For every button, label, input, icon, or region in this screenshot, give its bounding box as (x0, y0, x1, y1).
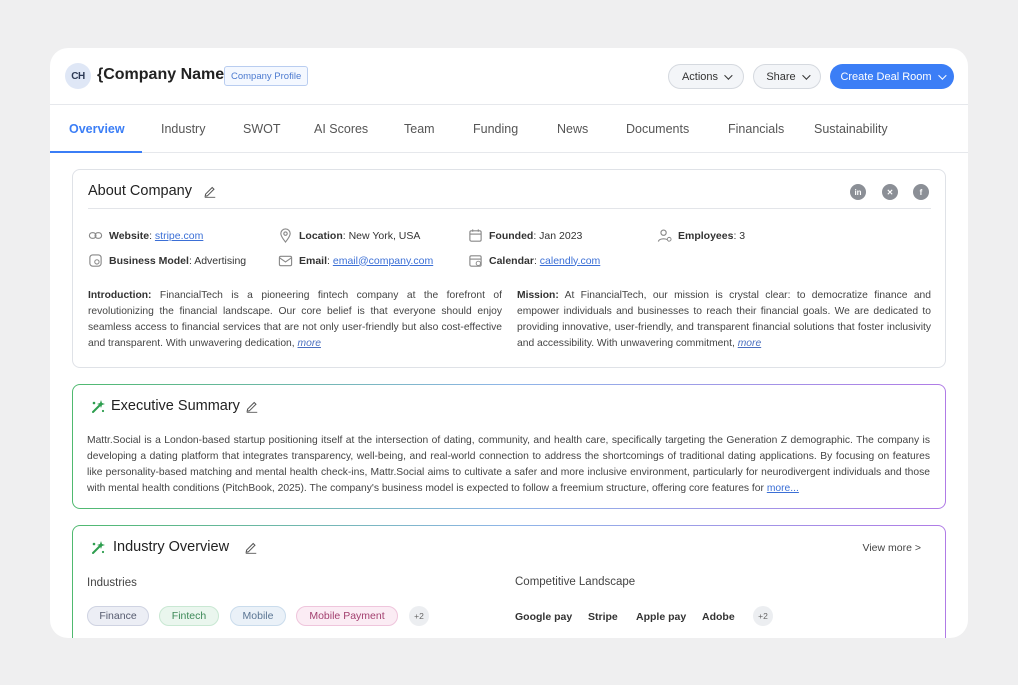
tab-financials[interactable]: Financials (728, 122, 784, 136)
executive-summary-more-link[interactable]: more... (767, 483, 799, 494)
website-info: Website: stripe.com (88, 228, 203, 243)
industries-more-count[interactable]: +2 (409, 606, 429, 626)
tab-swot[interactable]: SWOT (243, 122, 281, 136)
location-label: Location (299, 229, 343, 242)
calendar-link[interactable]: calendly.com (540, 255, 601, 267)
chevron-down-icon (724, 70, 733, 80)
executive-summary-title: Executive Summary (111, 398, 240, 414)
location-value: New York, USA (348, 229, 421, 242)
industry-overview-section: Industry Overview View more > Industries… (72, 525, 946, 638)
tab-ai-scores[interactable]: AI Scores (314, 122, 368, 136)
competitor-item[interactable]: Apple pay (636, 611, 686, 623)
introduction-label: Introduction: (88, 290, 152, 301)
profile-header: CH {Company Name} Company Profile Action… (50, 48, 968, 104)
location-pin-icon (280, 228, 291, 243)
edit-pencil-icon[interactable] (244, 540, 258, 554)
founded-value: Jan 2023 (539, 229, 583, 242)
tab-news[interactable]: News (557, 122, 588, 136)
chevron-down-icon (937, 70, 947, 80)
business-model-info: Business Model: Advertising (88, 253, 246, 268)
introduction-text: FinancialTech is a pioneering fintech co… (88, 290, 502, 349)
introduction-more-link[interactable]: more (298, 338, 321, 349)
about-company-section: About Company in ✕ f Website: stripe.com… (72, 169, 946, 368)
email-icon (278, 255, 293, 267)
executive-summary-section: Executive Summary Mattr.Social is a Lond… (72, 384, 946, 509)
employees-label: Employees (678, 229, 734, 242)
website-link[interactable]: stripe.com (155, 230, 203, 242)
industry-chip[interactable]: Finance (87, 606, 149, 626)
tab-documents[interactable]: Documents (626, 122, 689, 136)
company-avatar: CH (65, 63, 91, 89)
introduction-paragraph: Introduction: FinancialTech is a pioneer… (88, 288, 502, 352)
mission-more-link[interactable]: more (738, 338, 761, 349)
active-tab-indicator (50, 151, 142, 153)
industry-chip[interactable]: Fintech (159, 606, 219, 626)
industries-heading: Industries (87, 577, 137, 589)
employees-icon (657, 229, 672, 242)
calendar-icon (469, 229, 482, 242)
chevron-down-icon (801, 70, 811, 80)
actions-label: Actions (681, 70, 719, 83)
view-more-link[interactable]: View more > (863, 542, 921, 554)
company-profile-badge: Company Profile (224, 66, 309, 86)
x-twitter-icon[interactable]: ✕ (882, 184, 898, 200)
share-label: Share (766, 70, 796, 83)
facebook-icon[interactable]: f (913, 184, 929, 200)
email-link[interactable]: email@company.com (333, 255, 433, 267)
profile-tabs: Overview Industry SWOT AI Scores Team Fu… (50, 104, 968, 153)
executive-summary-body: Mattr.Social is a London-based startup p… (87, 435, 930, 494)
company-profile-card: CH {Company Name} Company Profile Action… (50, 48, 968, 638)
tab-overview[interactable]: Overview (69, 122, 125, 136)
mission-label: Mission: (517, 290, 559, 301)
calendar-label: Calendar (489, 254, 534, 267)
email-label: Email (299, 254, 328, 267)
competitor-item[interactable]: Adobe (702, 611, 735, 623)
about-divider (88, 208, 931, 209)
industry-overview-title: Industry Overview (113, 539, 230, 555)
competitor-item[interactable]: Google pay (515, 611, 572, 623)
create-deal-room-button[interactable]: Create Deal Room (830, 64, 954, 89)
employees-value: 3 (739, 229, 746, 242)
business-model-value: Advertising (194, 254, 247, 267)
company-name: {Company Name} (97, 66, 231, 83)
actions-button[interactable]: Actions (668, 64, 744, 89)
tab-sustainability[interactable]: Sustainability (814, 122, 888, 136)
industry-chip[interactable]: Mobile Payment (296, 606, 398, 626)
executive-summary-text: Mattr.Social is a London-based startup p… (87, 433, 930, 497)
mission-text: At FinancialTech, our mission is crystal… (517, 290, 931, 349)
linkedin-icon[interactable]: in (850, 184, 866, 200)
industry-chip[interactable]: Mobile (230, 606, 286, 626)
competitive-landscape-heading: Competitive Landscape (515, 576, 636, 588)
business-model-icon (89, 254, 102, 267)
mission-paragraph: Mission: At FinancialTech, our mission i… (517, 288, 931, 352)
business-model-label: Business Model (109, 254, 189, 267)
location-info: Location: New York, USA (278, 228, 420, 243)
calendar-clock-icon (469, 255, 482, 267)
create-deal-room-label: Create Deal Room (840, 70, 932, 83)
about-company-title: About Company (88, 183, 192, 199)
ai-sparkle-icon (92, 400, 105, 413)
website-label: Website (109, 229, 150, 242)
tab-team[interactable]: Team (404, 122, 435, 136)
founded-info: Founded: Jan 2023 (468, 228, 582, 243)
calendar-info: Calendar: calendly.com (468, 253, 600, 268)
founded-label: Founded (489, 229, 534, 242)
link-icon (88, 232, 103, 239)
employees-info: Employees: 3 (657, 228, 745, 243)
competitors-more-count[interactable]: +2 (753, 606, 773, 626)
email-info: Email: email@company.com (278, 253, 433, 268)
competitor-item[interactable]: Stripe (588, 611, 618, 623)
edit-pencil-icon[interactable] (203, 184, 217, 198)
share-button[interactable]: Share (753, 64, 821, 89)
ai-sparkle-icon (92, 541, 105, 554)
tab-industry[interactable]: Industry (161, 122, 205, 136)
tab-funding[interactable]: Funding (473, 122, 518, 136)
edit-pencil-icon[interactable] (245, 399, 259, 413)
